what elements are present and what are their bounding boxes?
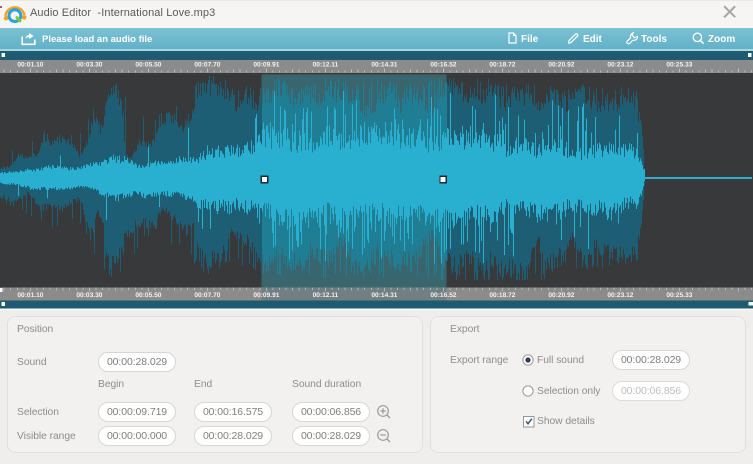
svg-text:00:12.11: 00:12.11	[313, 292, 339, 299]
svg-text:00:09.91: 00:09.91	[253, 292, 279, 299]
svg-text:00:12.11: 00:12.11	[313, 61, 339, 68]
svg-text:00:03.30: 00:03.30	[76, 292, 102, 299]
svg-text:00:25.33: 00:25.33	[666, 61, 692, 68]
svg-text:00:05.50: 00:05.50	[135, 292, 161, 299]
svg-text:00:14.31: 00:14.31	[371, 292, 397, 299]
svg-text:00:16.52: 00:16.52	[430, 61, 456, 68]
svg-text:00:14.31: 00:14.31	[371, 61, 397, 68]
svg-text:00:05.50: 00:05.50	[135, 61, 161, 68]
svg-text:00:18.72: 00:18.72	[489, 61, 515, 68]
svg-text:00:20.92: 00:20.92	[548, 292, 574, 299]
svg-text:00:18.72: 00:18.72	[489, 292, 515, 299]
svg-text:00:01.10: 00:01.10	[17, 292, 43, 299]
svg-text:00:07.70: 00:07.70	[194, 292, 220, 299]
svg-text:00:03.30: 00:03.30	[76, 61, 102, 68]
svg-text:00:16.52: 00:16.52	[430, 292, 456, 299]
svg-text:00:20.92: 00:20.92	[548, 61, 574, 68]
svg-text:00:01.10: 00:01.10	[17, 61, 43, 68]
svg-text:00:07.70: 00:07.70	[194, 61, 220, 68]
svg-text:00:23.12: 00:23.12	[607, 61, 633, 68]
svg-text:00:09.91: 00:09.91	[253, 61, 279, 68]
svg-text:00:25.33: 00:25.33	[666, 292, 692, 299]
svg-text:00:23.12: 00:23.12	[607, 292, 633, 299]
